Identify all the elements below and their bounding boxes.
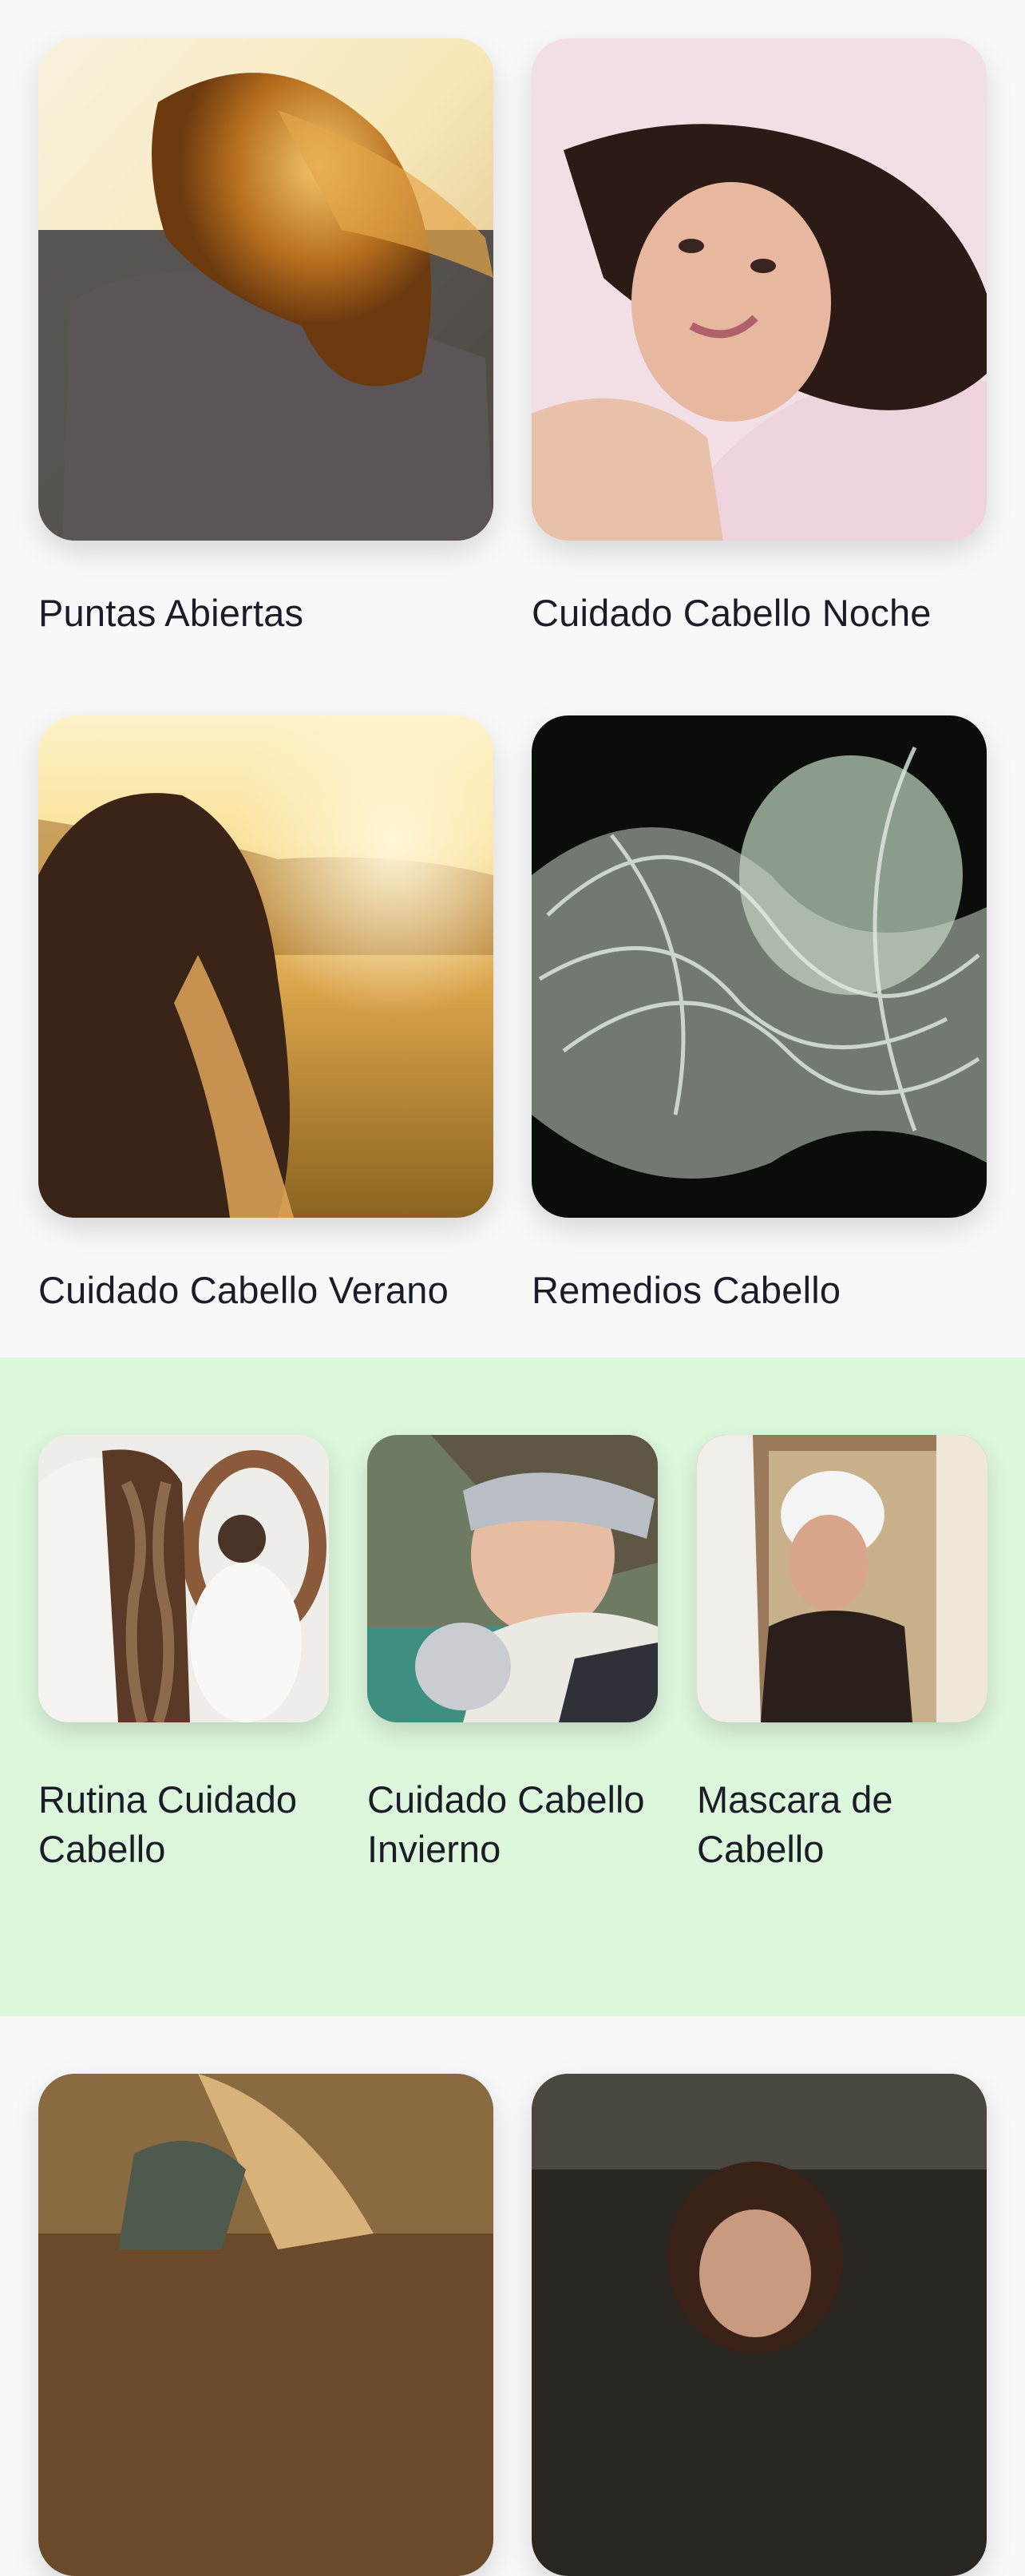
woman-sunset-field-image (38, 715, 493, 1218)
woman-windblown-hair-image (38, 38, 493, 541)
woman-flowing-hair-image (532, 715, 987, 1218)
article-card[interactable] (38, 2074, 493, 2576)
collection-card-rutina-cuidado-cabello[interactable]: Rutina Cuidado Cabello (38, 1435, 329, 1874)
article-card[interactable] (532, 2074, 987, 2576)
card-title: Cuidado Cabello Noche (532, 592, 932, 634)
article-card-cuidado-cabello-verano[interactable]: Cuidado Cabello Verano (38, 715, 493, 1315)
collection-section: Rutina Cuidado Cabello Cuidado Cabello I… (0, 1357, 1025, 2016)
card-title: Cuidado Cabello Invierno (367, 1778, 645, 1870)
card-title: Cuidado Cabello Verano (38, 1269, 449, 1311)
card-title: Remedios Cabello (532, 1269, 841, 1311)
card-title: Mascara de Cabello (697, 1778, 893, 1870)
woman-winter-headband-image (367, 1435, 658, 1722)
woman-dark-forest-image (532, 2074, 987, 2576)
collection-card-mascara-de-cabello[interactable]: Mascara de Cabello (697, 1435, 987, 1874)
braided-hair-image (38, 1435, 329, 1722)
article-card-puntas-abiertas[interactable]: Puntas Abiertas (38, 38, 493, 638)
woman-towel-mirror-image (697, 1435, 987, 1722)
card-title: Puntas Abiertas (38, 592, 304, 634)
article-card-cuidado-cabello-noche[interactable]: Cuidado Cabello Noche (532, 38, 987, 638)
article-card-remedios-cabello[interactable]: Remedios Cabello (532, 715, 987, 1315)
woman-knit-sweater-image (38, 2074, 493, 2576)
collection-card-cuidado-cabello-invierno[interactable]: Cuidado Cabello Invierno (367, 1435, 658, 1874)
woman-on-pillow-image (532, 38, 987, 541)
card-title: Rutina Cuidado Cabello (38, 1778, 297, 1870)
